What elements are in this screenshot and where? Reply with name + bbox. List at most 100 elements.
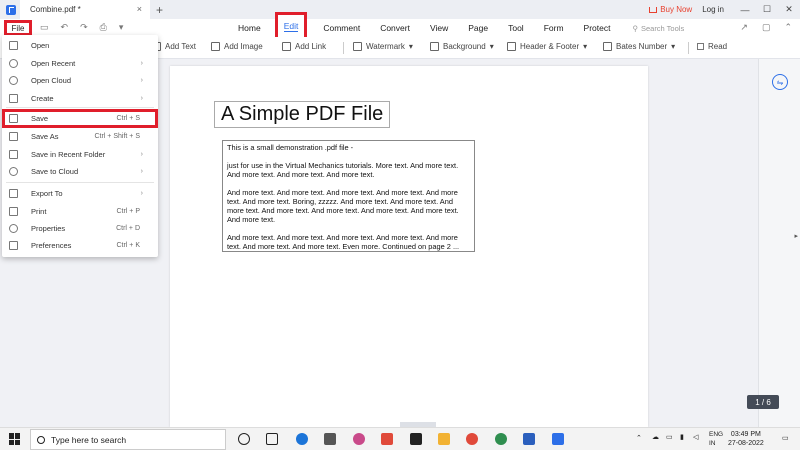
print-icon[interactable]: ⎙ [100, 22, 107, 33]
share-icon[interactable]: ↗ [740, 22, 748, 33]
menu-page[interactable]: Page [458, 23, 498, 33]
pdf-paragraph: And more text. And more text. And more t… [227, 233, 460, 251]
edge-icon[interactable] [296, 433, 308, 445]
search-tools[interactable]: ⚲ Search Tools [632, 24, 684, 33]
add-text-button[interactable]: Add Text [152, 42, 196, 51]
file-menu-open[interactable]: Open [2, 37, 158, 53]
menu-protect[interactable]: Protect [574, 23, 621, 33]
login-button[interactable]: Log in [702, 5, 724, 14]
customize-dropdown-icon[interactable]: ▾ [119, 22, 124, 33]
windows-start-icon[interactable] [9, 433, 21, 445]
file-menu-save-recent-folder[interactable]: Save in Recent Folder › [2, 146, 158, 162]
chrome-profile-icon[interactable] [495, 433, 507, 445]
pdfelement-icon[interactable] [552, 433, 564, 445]
read-label: Read [708, 42, 728, 51]
menu-item-label: Print [31, 206, 47, 216]
add-link-button[interactable]: Add Link [282, 42, 326, 51]
task-view-icon[interactable] [266, 433, 278, 445]
expand-icon[interactable]: ▢ [762, 22, 771, 33]
watermark-button[interactable]: Watermark ▾ [353, 42, 413, 51]
cart-icon [649, 6, 658, 13]
add-image-icon [211, 42, 220, 51]
save-icon[interactable]: ▭ [40, 22, 49, 33]
maximize-button[interactable]: ☐ [756, 4, 778, 15]
menu-home[interactable]: Home [228, 23, 271, 33]
file-menu-preferences[interactable]: Preferences Ctrl + K [2, 237, 158, 253]
file-explorer-icon[interactable] [438, 433, 450, 445]
pdf-page[interactable]: A Simple PDF File This is a small demons… [170, 66, 648, 427]
translate-icon[interactable]: ⇋ [772, 74, 788, 90]
security-shield-icon[interactable] [410, 433, 422, 445]
language-indicator[interactable]: ENG IN [709, 430, 723, 448]
file-menu-open-recent[interactable]: Open Recent › [2, 55, 158, 71]
search-tools-icon: ⚲ [632, 23, 638, 33]
snip-app-icon[interactable] [353, 433, 365, 445]
calculator-icon[interactable] [324, 433, 336, 445]
undo-icon[interactable]: ↶ [61, 22, 69, 33]
tray-chevron-icon[interactable]: ⌃ [636, 434, 642, 442]
folder-icon [9, 149, 18, 159]
buy-now-button[interactable]: Buy Now [649, 5, 692, 14]
menu-edit[interactable]: Edit [274, 12, 308, 40]
network-icon[interactable]: ▭ [666, 433, 673, 441]
close-window-button[interactable]: ✕ [778, 4, 800, 15]
menu-item-label: Save [31, 114, 49, 123]
file-menu-open-cloud[interactable]: Open Cloud › [2, 72, 158, 88]
office-icon[interactable] [381, 433, 393, 445]
battery-icon[interactable]: ▮ [680, 433, 684, 441]
system-clock[interactable]: 03:49 PM 27-08-2022 [728, 430, 764, 448]
menu-convert[interactable]: Convert [370, 23, 420, 33]
menu-divider [6, 107, 154, 108]
ribbon-divider [688, 42, 689, 54]
volume-icon[interactable]: ◁ [693, 433, 698, 441]
add-text-label: Add Text [165, 42, 196, 51]
watermark-icon [353, 42, 362, 51]
file-menu-save[interactable]: Save Ctrl + S [2, 109, 158, 128]
file-menu-save-as[interactable]: Save As Ctrl + Shift + S [2, 128, 158, 144]
menu-tool[interactable]: Tool [498, 23, 534, 33]
bates-number-button[interactable]: Bates Number ▾ [603, 42, 675, 51]
collapse-ribbon-icon[interactable]: ⌃ [784, 22, 792, 33]
menu-item-shortcut: Ctrl + D [116, 224, 140, 232]
read-checkbox[interactable] [697, 43, 704, 50]
menu-comment[interactable]: Comment [313, 23, 370, 33]
notifications-icon[interactable]: ▭ [782, 434, 789, 442]
header-footer-label: Header & Footer [520, 42, 580, 51]
cortana-icon[interactable] [238, 433, 250, 445]
file-menu-create[interactable]: Create › [2, 90, 158, 106]
menu-view[interactable]: View [420, 23, 458, 33]
clock-icon [9, 58, 18, 68]
new-tab-button[interactable]: + [156, 3, 163, 17]
tab-close-icon[interactable]: × [137, 4, 142, 14]
file-menu-export-to[interactable]: Export To › [2, 185, 158, 201]
pdf-title-textbox[interactable]: A Simple PDF File [214, 101, 391, 128]
pdf-body-textbox[interactable]: This is a small demonstration .pdf file … [222, 140, 475, 252]
scroll-right-arrow-icon[interactable]: ▸ [794, 232, 798, 240]
file-menu-button[interactable]: File [4, 20, 32, 36]
taskbar-search-box[interactable]: Type here to search [30, 429, 226, 450]
quick-access-toolbar: ▭ ↶ ↷ ⎙ ▾ [40, 22, 123, 33]
search-icon [37, 435, 45, 444]
minimize-button[interactable]: — [734, 5, 756, 15]
redo-icon[interactable]: ↷ [80, 22, 88, 33]
file-menu-properties[interactable]: Properties Ctrl + D [2, 220, 158, 236]
windows-taskbar: Type here to search ⌃ ☁ ▭ ▮ ◁ ENG IN 03:… [0, 427, 800, 450]
menu-form[interactable]: Form [534, 23, 574, 33]
file-menu-save-to-cloud[interactable]: Save to Cloud › [2, 163, 158, 179]
background-label: Background [443, 42, 486, 51]
page-counter[interactable]: 1 / 6 [747, 395, 779, 409]
document-tab[interactable]: Combine.pdf * × [20, 0, 150, 19]
chevron-down-icon: ▾ [489, 42, 494, 51]
add-image-button[interactable]: Add Image [211, 42, 263, 51]
preferences-icon [9, 240, 18, 250]
header-footer-button[interactable]: Header & Footer ▾ [507, 42, 587, 51]
word-icon[interactable] [523, 433, 535, 445]
read-toggle[interactable]: Read [697, 42, 727, 51]
menu-item-shortcut: Ctrl + P [116, 207, 140, 215]
cloud-sync-icon[interactable]: ☁ [652, 433, 659, 441]
create-icon [9, 93, 18, 103]
background-button[interactable]: Background ▾ [430, 42, 494, 51]
chevron-right-icon: › [140, 150, 143, 158]
chrome-icon[interactable] [466, 433, 478, 445]
file-menu-print[interactable]: Print Ctrl + P [2, 203, 158, 219]
